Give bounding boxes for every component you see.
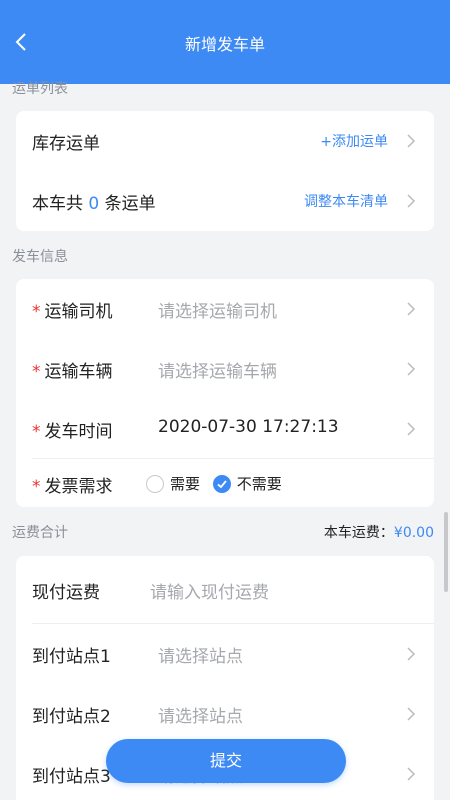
prepaid-row: 现付运费 请输入现付运费 xyxy=(16,560,434,620)
vehicle-select[interactable]: 请选择运输车辆 xyxy=(158,357,277,382)
chevron-right-icon xyxy=(407,194,416,208)
departure-card: * 运输司机 请选择运输司机 * 运输车辆 请选择运输车辆 * 发车时间 2020-0… xyxy=(16,279,434,507)
radio-unchecked-icon xyxy=(146,474,164,493)
chevron-right-icon xyxy=(407,302,416,316)
section-title-freight: 运费合计 xyxy=(12,525,68,541)
invoice-option-need[interactable]: 需要 xyxy=(146,473,200,494)
driver-row[interactable]: * 运输司机 请选择运输司机 xyxy=(16,279,434,339)
chevron-right-icon xyxy=(407,647,416,661)
station2-label: 到付站点2 xyxy=(32,707,111,727)
adjust-list-button[interactable]: 调整本车清单 xyxy=(304,191,388,211)
prepaid-label: 现付运费 xyxy=(32,583,100,603)
radio-checked-icon xyxy=(212,474,231,493)
stock-waybill-label: 库存运单 xyxy=(32,134,100,154)
stock-waybill-row[interactable]: 库存运单 +添加运单 xyxy=(16,111,434,171)
required-mark: * xyxy=(32,422,41,442)
section-title-departure: 发车信息 xyxy=(12,249,68,265)
departure-time-row[interactable]: * 发车时间 2020-07-30 17:27:13 xyxy=(16,399,434,459)
page-title: 新增发车单 xyxy=(184,35,265,54)
departure-time-value[interactable]: 2020-07-30 17:27:13 xyxy=(158,417,339,437)
invoice-label-text: 发票需求 xyxy=(44,477,113,497)
driver-select[interactable]: 请选择运输司机 xyxy=(158,297,277,322)
vehicle-label-text: 运输车辆 xyxy=(44,362,113,382)
freight-total-value: ¥0.00 xyxy=(393,525,434,541)
prepaid-input[interactable]: 请输入现付运费 xyxy=(150,578,269,603)
chevron-right-icon xyxy=(407,134,416,148)
chevron-right-icon xyxy=(407,422,416,436)
time-label: * 发车时间 xyxy=(32,417,113,442)
freight-total: 本车运费：¥0.00 xyxy=(324,522,434,542)
count-suffix: 条运单 xyxy=(104,194,156,214)
invoice-label: * 发票需求 xyxy=(32,472,113,497)
radio-label: 需要 xyxy=(170,475,201,493)
vehicle-row[interactable]: * 运输车辆 请选择运输车辆 xyxy=(16,339,434,399)
waybill-count-row[interactable]: 本车共 0 条运单 调整本车清单 xyxy=(16,171,434,231)
vehicle-label: * 运输车辆 xyxy=(32,357,113,382)
submit-button[interactable]: 提交 xyxy=(106,739,346,783)
station1-label: 到付站点1 xyxy=(32,647,111,667)
chevron-right-icon xyxy=(407,707,416,721)
driver-label: * 运输司机 xyxy=(32,297,113,322)
nav-bar: 新增发车单 xyxy=(0,0,450,84)
required-mark: * xyxy=(32,362,41,382)
waybill-card: 库存运单 +添加运单 本车共 0 条运单 调整本车清单 xyxy=(16,111,434,231)
required-mark: * xyxy=(32,477,41,497)
section-title-waybills: 运单列表 xyxy=(12,81,68,97)
station3-label: 到付站点3 xyxy=(32,767,111,787)
station2-row[interactable]: 到付站点2 请选择站点 xyxy=(16,684,434,744)
invoice-radio-group: 需要 不需要 xyxy=(146,473,290,497)
waybill-count: 0 xyxy=(88,194,100,214)
add-waybill-button[interactable]: +添加运单 xyxy=(320,131,388,151)
count-prefix: 本车共 xyxy=(32,194,83,214)
station2-select[interactable]: 请选择站点 xyxy=(158,702,243,727)
driver-label-text: 运输司机 xyxy=(44,302,113,322)
freight-total-label: 本车运费： xyxy=(323,525,394,541)
time-label-text: 发车时间 xyxy=(44,422,113,442)
radio-label: 不需要 xyxy=(236,475,282,493)
station1-select[interactable]: 请选择站点 xyxy=(158,642,243,667)
waybill-count-text: 本车共 0 条运单 xyxy=(32,189,156,214)
chevron-right-icon xyxy=(407,767,416,781)
chevron-right-icon xyxy=(407,362,416,376)
station1-row[interactable]: 到付站点1 请选择站点 xyxy=(16,624,434,684)
required-mark: * xyxy=(32,302,41,322)
invoice-row: * 发票需求 需要 不需要 xyxy=(16,459,434,507)
scrollbar[interactable] xyxy=(444,512,448,592)
invoice-option-no-need[interactable]: 不需要 xyxy=(212,473,282,494)
